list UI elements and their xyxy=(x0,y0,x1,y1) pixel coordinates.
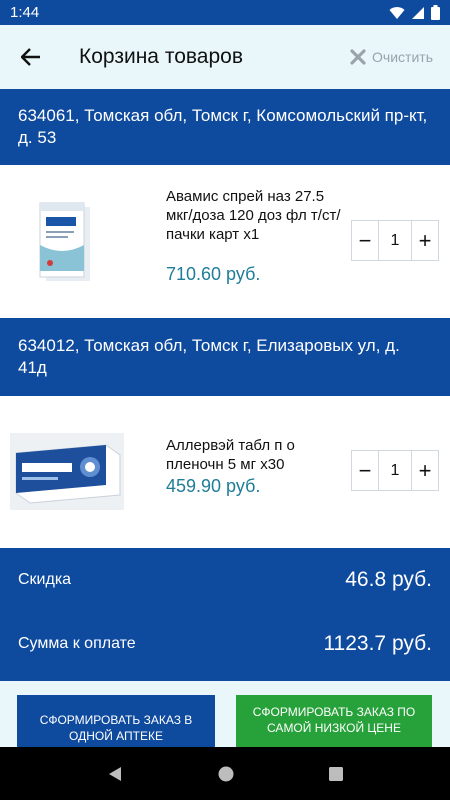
total-label: Сумма к оплате xyxy=(18,635,136,652)
product-price: 459.90 руб. xyxy=(166,476,261,496)
order-one-pharmacy-button[interactable]: СФОРМИРОВАТЬ ЗАКАЗ В ОДНОЙ АПТЕКЕ xyxy=(17,695,215,747)
wifi-icon xyxy=(389,6,405,19)
clear-x-icon xyxy=(350,49,366,65)
app-bar: Корзина товаров Очистить xyxy=(0,25,450,89)
cart-item: Аллервэй табл п о пленочн 5 мг x30 459.9… xyxy=(0,396,450,548)
status-time: 1:44 xyxy=(10,4,40,21)
pharmacy-address: 634061, Томская обл, Томск г, Комсомольс… xyxy=(0,89,450,165)
quantity-value[interactable]: 1 xyxy=(378,221,412,260)
signal-icon xyxy=(412,6,424,19)
quantity-stepper: − 1 + xyxy=(351,220,439,261)
discount-value: 46.8 руб. xyxy=(345,568,432,591)
back-arrow-icon xyxy=(21,48,40,66)
increase-button[interactable]: + xyxy=(412,451,438,490)
battery-icon xyxy=(431,5,440,20)
nav-back-icon[interactable] xyxy=(106,765,124,783)
nav-recents-icon[interactable] xyxy=(328,766,344,782)
pharmacy-address: 634012, Томская обл, Томск г, Елизаровых… xyxy=(0,318,450,396)
discount-row: Скидка 46.8 руб. xyxy=(18,568,432,592)
decrease-button[interactable]: − xyxy=(352,221,378,260)
product-image-avamis xyxy=(39,202,90,281)
quantity-value[interactable]: 1 xyxy=(378,451,412,490)
cart-item: Авамис спрей наз 27.5 мкг/доза 120 доз ф… xyxy=(0,165,450,318)
total-row: Сумма к оплате 1123.7 руб. xyxy=(18,632,432,656)
nav-home-icon[interactable] xyxy=(217,765,235,783)
clear-button[interactable]: Очистить xyxy=(350,49,433,65)
product-name: Авамис спрей наз 27.5 мкг/доза 120 доз ф… xyxy=(166,188,341,243)
page-title: Корзина товаров xyxy=(79,45,244,68)
product-price: 710.60 руб. xyxy=(166,264,261,284)
system-nav-bar xyxy=(0,747,450,800)
pharmacy-address-text: 634061, Томская обл, Томск г, Комсомольс… xyxy=(18,106,428,147)
order-actions: СФОРМИРОВАТЬ ЗАКАЗ В ОДНОЙ АПТЕКЕ СФОРМИ… xyxy=(0,681,450,747)
decrease-button[interactable]: − xyxy=(352,451,378,490)
increase-button[interactable]: + xyxy=(412,221,438,260)
status-icons xyxy=(389,5,440,20)
order-summary: Скидка 46.8 руб. Сумма к оплате 1123.7 р… xyxy=(0,548,450,681)
pharmacy-address-text: 634012, Томская обл, Томск г, Елизаровых… xyxy=(18,336,400,377)
discount-label: Скидка xyxy=(18,571,72,588)
order-lowest-price-button[interactable]: СФОРМИРОВАТЬ ЗАКАЗ ПО САМОЙ НИЗКОЙ ЦЕНЕ xyxy=(236,695,432,747)
status-bar: 1:44 xyxy=(0,0,450,25)
quantity-stepper: − 1 + xyxy=(351,450,439,491)
back-button[interactable] xyxy=(0,25,62,89)
clear-label: Очистить xyxy=(372,49,433,65)
product-image-allervey xyxy=(10,433,124,510)
product-name: Аллервэй табл п о пленочн 5 мг x30 xyxy=(166,437,295,473)
total-value: 1123.7 руб. xyxy=(323,632,432,655)
